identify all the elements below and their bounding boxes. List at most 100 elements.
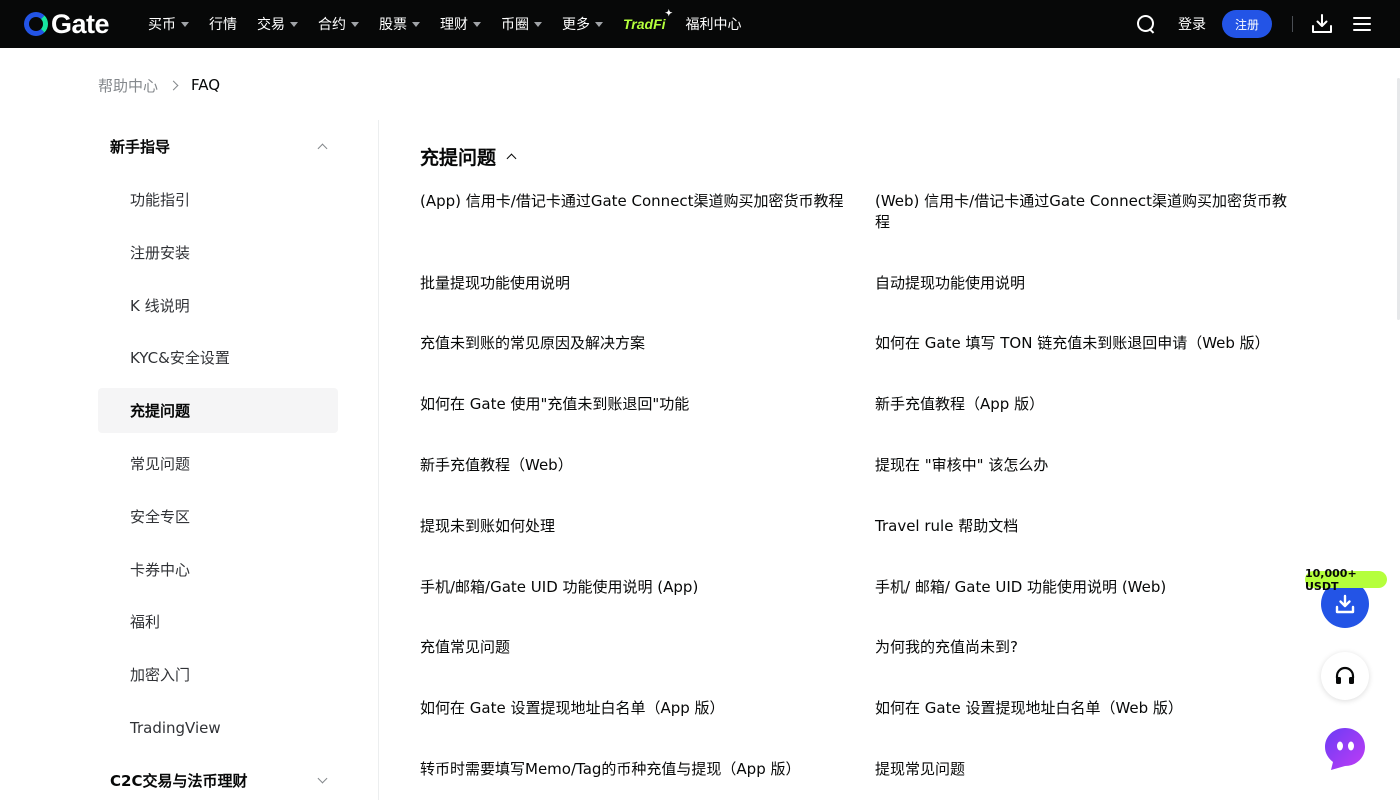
nav-tradfi[interactable]: TradFi ✦ bbox=[623, 8, 673, 32]
sidebar-item[interactable]: K 线说明 bbox=[98, 283, 338, 328]
nav-item[interactable]: 合约 bbox=[318, 0, 359, 48]
faq-link[interactable]: 如何在 Gate 设置提现地址白名单（App 版） bbox=[420, 698, 845, 719]
sidebar-group-label: 新手指导 bbox=[110, 137, 171, 156]
sparkle-icon: ✦ bbox=[664, 8, 673, 18]
customer-support-button[interactable] bbox=[1321, 652, 1369, 700]
caret-down-icon bbox=[351, 21, 359, 27]
sidebar-item-label: 功能指引 bbox=[130, 191, 191, 209]
sidebar-item[interactable]: 福利 bbox=[98, 599, 338, 644]
nav-welfare-center[interactable]: 福利中心 bbox=[686, 0, 742, 48]
sidebar-item[interactable]: KYC&安全设置 bbox=[98, 335, 338, 380]
caret-down-icon bbox=[595, 21, 603, 27]
section-title-text: 充提问题 bbox=[420, 146, 497, 169]
nav-item-label: 行情 bbox=[209, 17, 237, 33]
breadcrumb-current: FAQ bbox=[191, 76, 221, 94]
nav-item[interactable]: 买币 bbox=[148, 0, 189, 48]
faq-link[interactable]: 手机/ 邮箱/ Gate UID 功能使用说明 (Web) bbox=[875, 577, 1300, 598]
sidebar-item[interactable]: 功能指引 bbox=[98, 177, 338, 222]
nav-item-label: 买币 bbox=[148, 17, 176, 33]
caret-down-icon bbox=[534, 21, 542, 27]
chevron-up-icon bbox=[317, 143, 328, 153]
sidebar-item[interactable]: 加密入门 bbox=[98, 652, 338, 697]
breadcrumb-help-center[interactable]: 帮助中心 bbox=[98, 75, 158, 96]
sidebar-item[interactable]: 安全专区 bbox=[98, 494, 338, 539]
download-icon[interactable] bbox=[1311, 13, 1333, 35]
search-icon[interactable] bbox=[1136, 14, 1156, 34]
sidebar-item[interactable]: 充提问题 bbox=[98, 388, 338, 434]
menu-icon[interactable] bbox=[1353, 17, 1371, 31]
nav-item-label: 理财 bbox=[440, 17, 468, 33]
nav-item-label: 币圈 bbox=[501, 17, 529, 33]
menu-icon-bar bbox=[1353, 23, 1371, 25]
faq-link[interactable]: 如何在 Gate 使用"充值未到账退回"功能 bbox=[420, 394, 845, 415]
faq-link[interactable]: 充值未到账的常见原因及解决方案 bbox=[420, 333, 845, 354]
chevron-down-icon bbox=[317, 773, 328, 783]
headset-icon bbox=[1335, 666, 1355, 684]
faq-link[interactable]: 充值常见问题 bbox=[420, 637, 845, 658]
logo-text: Gate bbox=[51, 9, 110, 39]
gate-logo[interactable]: Gate bbox=[24, 9, 110, 39]
faq-link[interactable]: 提现常见问题 bbox=[875, 759, 1300, 780]
chatbot-button[interactable] bbox=[1321, 724, 1369, 772]
faq-link[interactable]: (Web) 信用卡/借记卡通过Gate Connect渠道购买加密货币教程 bbox=[875, 191, 1300, 233]
sidebar-item-label: 常见问题 bbox=[130, 455, 191, 473]
faq-link[interactable]: 转币时需要填写Memo/Tag的币种充值与提现（App 版） bbox=[420, 759, 845, 780]
tradfi-label: TradFi bbox=[623, 16, 666, 32]
faq-link[interactable]: 提现在 "审核中" 该怎么办 bbox=[875, 455, 1300, 476]
breadcrumb: 帮助中心 FAQ bbox=[98, 74, 220, 96]
sidebar-item-label: 安全专区 bbox=[130, 507, 191, 526]
download-icon bbox=[1335, 594, 1355, 614]
nav-item-label: 更多 bbox=[562, 17, 590, 33]
nav-item[interactable]: 更多 bbox=[562, 0, 603, 48]
sidebar-item-label: 卡券中心 bbox=[130, 560, 191, 579]
faq-link[interactable]: 如何在 Gate 填写 TON 链充值未到账退回申请（Web 版） bbox=[875, 333, 1300, 354]
faq-link[interactable]: 提现未到账如何处理 bbox=[420, 516, 845, 537]
nav-item-label: 股票 bbox=[379, 17, 407, 33]
faq-link[interactable]: 新手充值教程（Web） bbox=[420, 455, 845, 476]
nav-item-label: 交易 bbox=[257, 17, 285, 33]
main-nav: 买币 行情 交易 合约 股票 理财 币圈 更多 TradFi ✦ 福利中心 bbox=[148, 0, 762, 48]
sidebar-item[interactable]: 常见问题 bbox=[98, 441, 338, 486]
faq-link[interactable]: 自动提现功能使用说明 bbox=[875, 273, 1300, 294]
nav-item-label: 合约 bbox=[318, 17, 346, 33]
nav-item[interactable]: 币圈 bbox=[501, 0, 542, 48]
faq-link[interactable]: 批量提现功能使用说明 bbox=[420, 273, 845, 294]
sidebar-item-label: TradingView bbox=[130, 718, 221, 737]
nav-item[interactable]: 交易 bbox=[257, 0, 298, 48]
sidebar-item-label: KYC&安全设置 bbox=[130, 349, 230, 368]
nav-item[interactable]: 行情 bbox=[209, 0, 237, 48]
sidebar-item[interactable]: TradingView bbox=[98, 705, 338, 750]
chevron-right-icon bbox=[168, 80, 179, 90]
menu-icon-bar bbox=[1353, 29, 1371, 31]
reward-badge[interactable]: 10,000+ USDT bbox=[1305, 567, 1387, 593]
sidebar-group-beginner[interactable]: 新手指导 bbox=[110, 134, 328, 158]
menu-icon-bar bbox=[1353, 17, 1371, 19]
faq-link[interactable]: 如何在 Gate 设置提现地址白名单（Web 版） bbox=[875, 698, 1300, 719]
sidebar-item-label: K 线说明 bbox=[130, 296, 190, 315]
sidebar-item-label: 福利 bbox=[130, 613, 161, 632]
sidebar-item-label: 充提问题 bbox=[130, 402, 191, 421]
sidebar-item[interactable]: 卡券中心 bbox=[98, 547, 338, 592]
sidebar-item[interactable]: 注册安装 bbox=[98, 230, 338, 275]
sidebar-item-label: 加密入门 bbox=[130, 666, 191, 685]
top-nav: Gate 买币 行情 交易 合约 股票 理财 币圈 更多 TradFi ✦ 福利中心 登录 注册 bbox=[0, 0, 1400, 48]
sidebar: 新手指导 C2C交易与法币理财 功能指引注册安装 K 线说明 KYC&安全设置 充提问… bbox=[98, 120, 379, 800]
nav-item[interactable]: 股票 bbox=[379, 0, 420, 48]
sidebar-group-label: C2C交易与法币理财 bbox=[110, 771, 248, 790]
faq-link[interactable]: 手机/邮箱/Gate UID 功能使用说明 (App) bbox=[420, 577, 845, 598]
faq-link[interactable]: (App) 信用卡/借记卡通过Gate Connect渠道购买加密货币教程 bbox=[420, 191, 845, 212]
faq-link[interactable]: Travel rule 帮助文档 bbox=[875, 516, 1300, 537]
sidebar-group-c2c[interactable]: C2C交易与法币理财 bbox=[110, 768, 328, 792]
gate-logo-icon bbox=[24, 12, 48, 36]
signup-button[interactable]: 注册 bbox=[1222, 10, 1272, 38]
chatbot-icon bbox=[1325, 728, 1365, 770]
caret-down-icon bbox=[181, 21, 189, 27]
nav-divider bbox=[1292, 16, 1293, 32]
nav-right: 登录 注册 bbox=[1136, 0, 1400, 48]
faq-link[interactable]: 为何我的充值尚未到? bbox=[875, 637, 1300, 658]
login-button[interactable]: 登录 bbox=[1178, 14, 1206, 34]
nav-item[interactable]: 理财 bbox=[440, 0, 481, 48]
section-title[interactable]: 充提问题 bbox=[420, 143, 517, 169]
faq-link[interactable]: 新手充值教程（App 版） bbox=[875, 394, 1300, 415]
caret-down-icon bbox=[412, 21, 420, 27]
